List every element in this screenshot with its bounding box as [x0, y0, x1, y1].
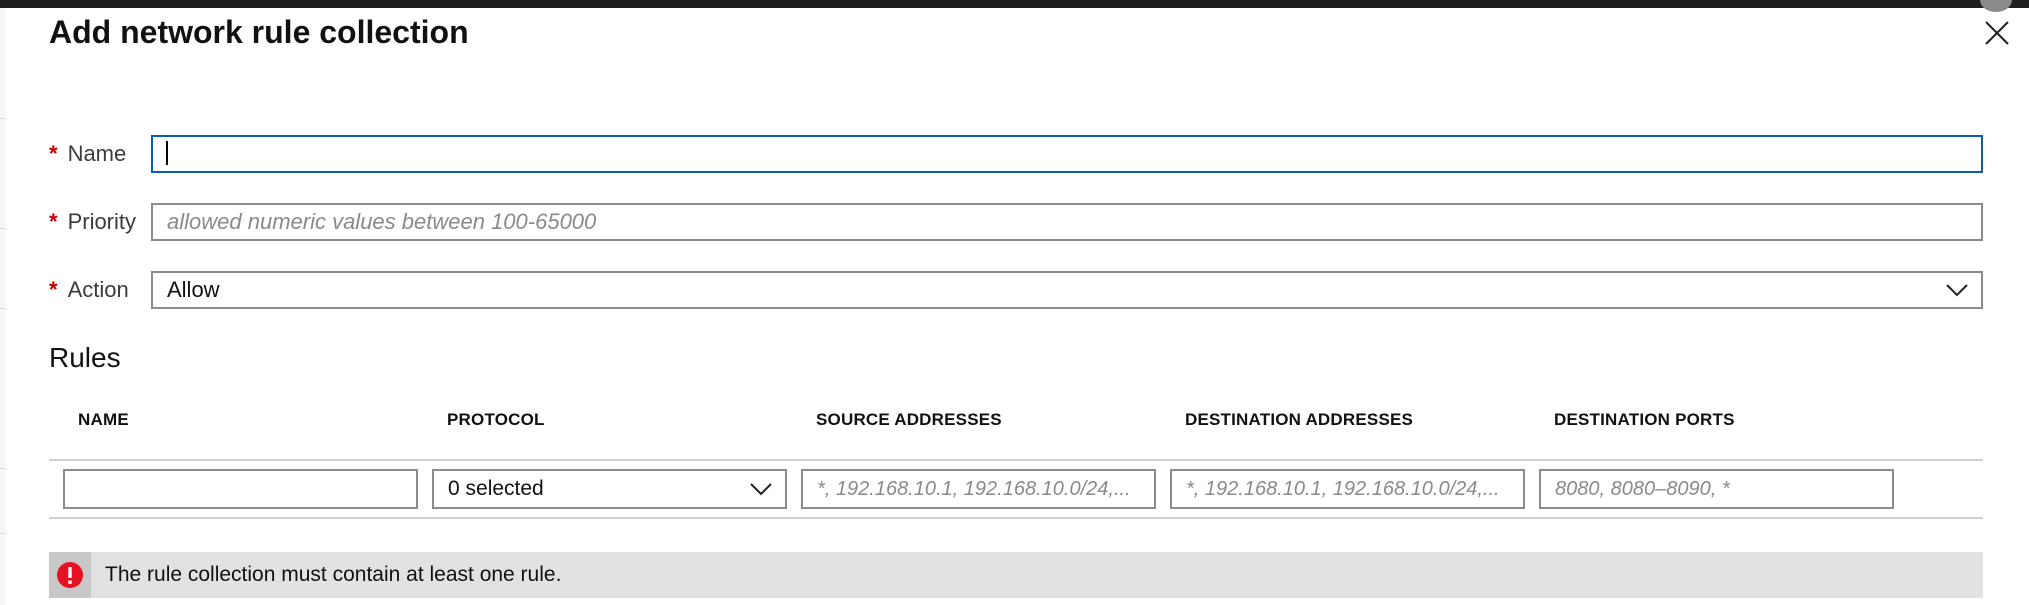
name-label: * Name [49, 141, 126, 167]
destination-addresses-input[interactable] [1170, 469, 1525, 509]
required-marker: * [49, 141, 58, 166]
required-marker: * [49, 209, 58, 234]
action-dropdown[interactable]: Allow [151, 271, 1983, 309]
action-label-text: Action [67, 277, 129, 302]
background-blade-edge [0, 8, 6, 605]
chevron-down-icon [750, 483, 772, 496]
rules-section-title: Rules [49, 342, 121, 373]
rule-name-input[interactable] [63, 469, 418, 509]
error-icon [57, 562, 83, 588]
protocol-dropdown[interactable]: 0 selected [432, 469, 787, 509]
column-header-protocol: PROTOCOL [447, 410, 545, 429]
priority-label-text: Priority [67, 209, 137, 234]
close-icon [1985, 21, 2009, 45]
table-divider-bottom [49, 517, 1983, 519]
table-divider-top [49, 459, 1983, 461]
priority-label: * Priority [49, 209, 136, 235]
source-addresses-input[interactable] [801, 469, 1156, 509]
name-input[interactable] [151, 135, 1983, 173]
divider [0, 228, 6, 229]
column-header-destination-addresses: DESTINATION ADDRESSES [1185, 410, 1414, 429]
divider [0, 308, 6, 309]
name-label-text: Name [67, 141, 127, 166]
protocol-selected-value: 0 selected [448, 477, 544, 500]
validation-alert: The rule collection must contain at leas… [49, 552, 1983, 598]
action-label: * Action [49, 277, 129, 303]
text-caret [166, 141, 168, 165]
divider [0, 533, 6, 534]
panel-title: Add network rule collection [49, 14, 469, 50]
divider [0, 468, 6, 469]
column-header-name: NAME [78, 410, 129, 429]
alert-icon-container [49, 552, 91, 598]
close-button[interactable] [1982, 18, 2012, 48]
column-header-destination-ports: DESTINATION PORTS [1554, 410, 1735, 429]
alert-message: The rule collection must contain at leas… [105, 563, 562, 586]
priority-input[interactable] [151, 203, 1983, 241]
chevron-down-icon [1946, 284, 1968, 297]
required-marker: * [49, 277, 58, 302]
top-bar [0, 0, 2029, 12]
avatar[interactable] [1980, 0, 2012, 12]
column-header-source-addresses: SOURCE ADDRESSES [816, 410, 1002, 429]
divider [0, 118, 6, 119]
destination-ports-input[interactable] [1539, 469, 1894, 509]
action-selected-value: Allow [167, 277, 220, 302]
